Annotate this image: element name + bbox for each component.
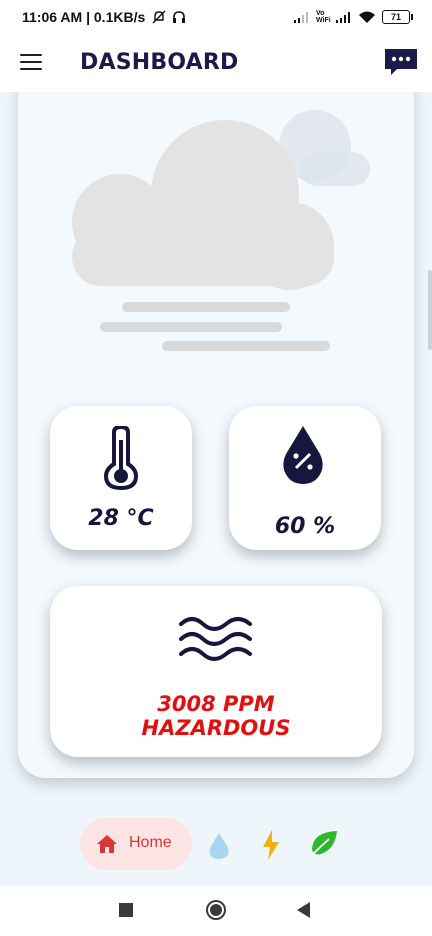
nav-home[interactable]: Home <box>80 818 192 870</box>
temperature-value: 28 °C <box>88 506 154 531</box>
status-left: 11:06 AM | 0.1KB/s <box>22 9 186 25</box>
headphones-icon <box>173 11 186 23</box>
cloud-icon <box>72 110 370 351</box>
recents-icon[interactable] <box>119 903 133 917</box>
battery-icon: 71 <box>382 10 413 24</box>
signal-icon-2 <box>336 12 350 23</box>
air-ppm-value: 3008 PPM <box>157 692 275 716</box>
signal-icon <box>294 12 308 23</box>
water-drop-icon[interactable] <box>208 832 230 860</box>
humidity-value: 60 % <box>274 514 336 539</box>
thermometer-icon <box>103 426 139 490</box>
air-quality-card[interactable]: 3008 PPM HAZARDOUS <box>50 586 382 757</box>
air-waves-icon <box>179 617 252 661</box>
air-status-label: HAZARDOUS <box>141 716 291 740</box>
status-time: 11:06 AM <box>22 9 83 25</box>
humidity-card[interactable]: 60 % <box>229 406 381 550</box>
vowifi-label: Vo WiFi <box>316 10 331 24</box>
status-speed: 0.1KB/s <box>93 9 146 25</box>
bottom-nav: Home <box>0 804 432 886</box>
status-bar: 11:06 AM | 0.1KB/s Vo WiFi 71 <box>0 0 432 34</box>
system-nav-bar <box>0 886 432 936</box>
status-right: Vo WiFi 71 <box>294 8 413 26</box>
leaf-icon[interactable] <box>309 830 339 858</box>
home-circle-icon[interactable] <box>205 899 227 921</box>
water-drop-percent-icon <box>283 426 323 484</box>
chat-bubble-icon[interactable] <box>383 47 419 77</box>
hamburger-menu-icon[interactable] <box>20 54 42 72</box>
scrollbar[interactable] <box>428 270 432 350</box>
wifi-icon <box>359 11 375 23</box>
dashboard-content[interactable]: 28 °C 60 % 3008 PPM HAZARDOUS <box>0 92 432 804</box>
lightning-icon[interactable] <box>262 830 280 860</box>
status-separator: | <box>86 9 90 25</box>
home-icon <box>97 835 117 853</box>
app-bar: DASHBOARD <box>0 34 432 92</box>
back-icon[interactable] <box>297 902 311 918</box>
nav-home-label: Home <box>129 834 172 851</box>
muted-bell-icon <box>152 10 166 24</box>
page-title: DASHBOARD <box>80 50 239 75</box>
temperature-card[interactable]: 28 °C <box>50 406 192 550</box>
